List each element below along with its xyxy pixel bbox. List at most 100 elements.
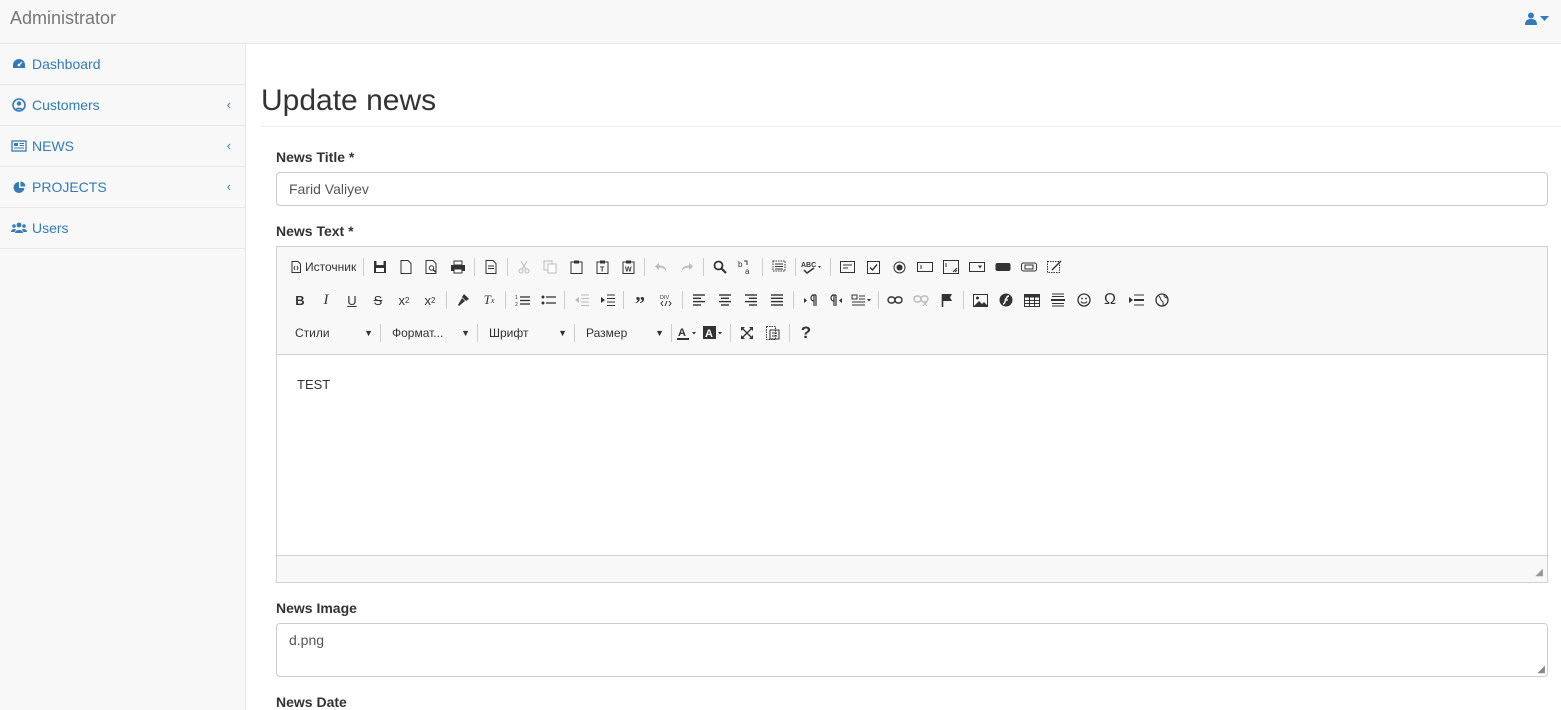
align-left-icon[interactable] (686, 288, 712, 312)
redo-icon[interactable] (674, 255, 700, 279)
resize-grip-icon[interactable]: ◢ (1535, 567, 1543, 578)
sidebar-item-users[interactable]: Users (0, 208, 245, 249)
form-icon[interactable] (834, 255, 860, 279)
help-icon[interactable]: ? (793, 321, 819, 345)
preview-icon[interactable] (419, 255, 445, 279)
styles-dropdown[interactable]: Стили ▼ (287, 322, 377, 344)
bulleted-list-icon[interactable] (535, 288, 561, 312)
sidebar-item-projects[interactable]: PROJECTS ‹ (0, 167, 245, 208)
find-icon[interactable] (707, 255, 733, 279)
italic-icon[interactable]: I (313, 288, 339, 312)
paste-word-icon[interactable]: W (615, 255, 641, 279)
svg-text:b: b (738, 260, 743, 269)
hidden-field-icon[interactable] (1042, 255, 1068, 279)
text-color-icon[interactable]: A (675, 321, 701, 345)
button-field-icon[interactable] (990, 255, 1016, 279)
new-page-icon[interactable] (393, 255, 419, 279)
toolbar-separator (793, 291, 794, 309)
superscript-icon[interactable]: x2 (417, 288, 443, 312)
brand-title[interactable]: Administrator (10, 8, 116, 29)
news-title-input[interactable] (276, 172, 1548, 206)
font-dropdown-label: Шрифт (489, 326, 529, 340)
user-icon (1525, 12, 1537, 25)
chevron-left-icon: ‹ (226, 97, 231, 112)
anchor-icon[interactable] (934, 288, 960, 312)
copy-icon[interactable] (537, 255, 563, 279)
caret-down-icon: ▼ (655, 328, 664, 338)
editor-toolbar-row-1: Источник T W ba ABC (287, 254, 1068, 280)
cut-icon[interactable] (511, 255, 537, 279)
background-color-icon[interactable]: A (701, 321, 727, 345)
undo-icon[interactable] (648, 255, 674, 279)
user-menu-toggle[interactable] (1525, 12, 1549, 25)
align-right-icon[interactable] (738, 288, 764, 312)
strikethrough-icon[interactable]: S (365, 288, 391, 312)
paste-text-icon[interactable]: T (589, 255, 615, 279)
top-navbar: Administrator (0, 0, 1561, 44)
copy-format-icon[interactable] (450, 288, 476, 312)
svg-text:A: A (678, 327, 686, 339)
subscript-icon[interactable]: x2 (391, 288, 417, 312)
underline-icon[interactable]: U (339, 288, 365, 312)
link-icon[interactable] (882, 288, 908, 312)
select-all-icon[interactable] (766, 255, 792, 279)
main-content: Update news News Title * News Text * Ист… (246, 44, 1561, 710)
templates-icon[interactable] (478, 255, 504, 279)
outdent-icon[interactable] (568, 288, 594, 312)
align-center-icon[interactable] (712, 288, 738, 312)
format-dropdown[interactable]: Формат... ▼ (384, 322, 474, 344)
toolbar-separator (730, 324, 731, 342)
unlink-icon[interactable] (908, 288, 934, 312)
horizontal-line-icon[interactable] (1045, 288, 1071, 312)
font-dropdown[interactable]: Шрифт ▼ (481, 322, 571, 344)
users-icon (11, 221, 27, 235)
divider (261, 126, 1561, 127)
rich-text-editor: Источник T W ba ABC B I U S x 2 x 2 T x … (276, 246, 1548, 583)
special-char-icon[interactable]: Ω (1097, 288, 1123, 312)
text-direction-rtl-icon[interactable] (823, 288, 849, 312)
toolbar-separator (380, 324, 381, 342)
textfield-icon[interactable] (912, 255, 938, 279)
remove-format-icon[interactable]: Tx (476, 288, 502, 312)
sidebar-item-label: Users (32, 220, 69, 236)
replace-icon[interactable]: ba (733, 255, 759, 279)
text-direction-ltr-icon[interactable] (797, 288, 823, 312)
flash-icon[interactable] (993, 288, 1019, 312)
spellcheck-icon[interactable]: ABC (799, 255, 827, 279)
page-break-icon[interactable] (1123, 288, 1149, 312)
numbered-list-icon[interactable]: 12 (509, 288, 535, 312)
sidebar-item-customers[interactable]: Customers ‹ (0, 85, 245, 126)
select-field-icon[interactable] (964, 255, 990, 279)
size-dropdown[interactable]: Размер ▼ (578, 322, 668, 344)
iframe-icon[interactable] (1149, 288, 1175, 312)
image-icon[interactable] (967, 288, 993, 312)
news-image-textarea[interactable]: d.png ◢ (276, 623, 1548, 677)
caret-down-icon (1540, 15, 1549, 21)
maximize-icon[interactable] (734, 321, 760, 345)
source-button[interactable]: Источник (287, 255, 360, 279)
div-container-icon[interactable]: DIV (653, 288, 679, 312)
textarea-icon[interactable] (938, 255, 964, 279)
paste-icon[interactable] (563, 255, 589, 279)
save-icon[interactable] (367, 255, 393, 279)
print-icon[interactable] (445, 255, 471, 279)
smiley-icon[interactable] (1071, 288, 1097, 312)
sidebar-item-news[interactable]: NEWS ‹ (0, 126, 245, 167)
bold-icon[interactable]: B (287, 288, 313, 312)
caret-down-icon: ▼ (558, 328, 567, 338)
radio-icon[interactable] (886, 255, 912, 279)
image-button-icon[interactable] (1016, 255, 1042, 279)
blockquote-icon[interactable]: ” (627, 288, 653, 314)
newspaper-icon (11, 139, 27, 153)
resize-grip-icon[interactable]: ◢ (1537, 664, 1545, 675)
svg-text:1: 1 (515, 295, 518, 301)
indent-icon[interactable] (594, 288, 620, 312)
toolbar-separator (830, 258, 832, 276)
show-blocks-icon[interactable] (760, 321, 786, 345)
sidebar-item-dashboard[interactable]: Dashboard (0, 44, 245, 85)
checkbox-icon[interactable] (860, 255, 886, 279)
align-justify-icon[interactable] (764, 288, 790, 312)
language-icon[interactable] (849, 288, 875, 312)
editor-content-area[interactable]: TEST (277, 354, 1547, 556)
table-icon[interactable] (1019, 288, 1045, 312)
